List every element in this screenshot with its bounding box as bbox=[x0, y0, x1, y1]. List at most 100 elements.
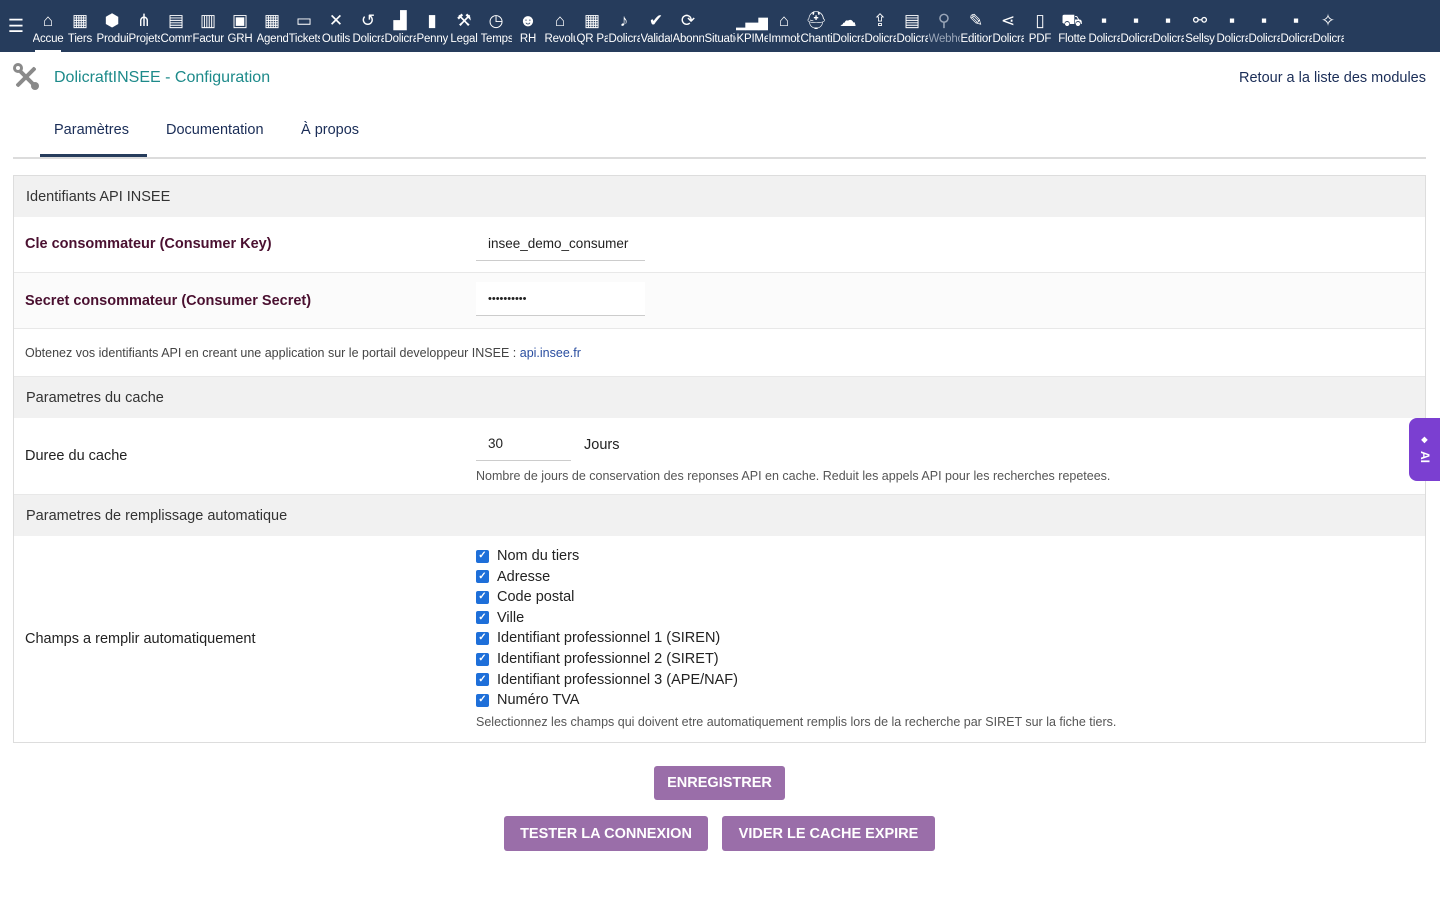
save-button[interactable]: ENREGISTRER bbox=[654, 766, 785, 800]
chart-icon: ▁▃▅ bbox=[736, 10, 768, 30]
autofill-fields-label: Champs a remplir automatiquement bbox=[25, 631, 256, 647]
menu-item-produits[interactable]: ⬢ Produits bbox=[96, 0, 128, 52]
menu-item-label: Tiers bbox=[67, 33, 93, 45]
menu-item-dolicraft[interactable]: ▪ Dolicraft bbox=[1216, 0, 1248, 52]
menu-item-kpimetrics[interactable]: ▁▃▅ KPIMetrics bbox=[736, 0, 768, 52]
menu-item-label: Revolut bbox=[544, 33, 576, 45]
hamburger-menu-icon[interactable]: ☰ bbox=[0, 0, 32, 52]
menu-item-penny[interactable]: ▮ Penny bbox=[416, 0, 448, 52]
autofill-option[interactable]: ✓ Nom du tiers bbox=[476, 546, 579, 566]
menu-item-dolicraft[interactable]: ☁ Dolicraft bbox=[832, 0, 864, 52]
menu-item-dolicraft[interactable]: ⋖ Dolicraft bbox=[992, 0, 1024, 52]
menu-item-accueil[interactable]: ⌂ Accueil bbox=[32, 0, 64, 52]
menu-item-rh[interactable]: ☻ RH bbox=[512, 0, 544, 52]
pdf-icon: ▯ bbox=[1035, 10, 1045, 30]
test-connection-button[interactable]: TESTER LA CONNEXION bbox=[504, 816, 708, 851]
menu-item-legal[interactable]: ⚒ Legal bbox=[448, 0, 480, 52]
checkbox-checked-icon[interactable]: ✓ bbox=[476, 631, 489, 645]
menu-item-label: Dolicraft bbox=[608, 33, 640, 45]
autofill-option[interactable]: ✓ Ville bbox=[476, 608, 524, 628]
menu-item-situations[interactable]: Situations bbox=[704, 0, 736, 52]
menu-item-validation[interactable]: ✔ Validation bbox=[640, 0, 672, 52]
menu-item-dolicraft[interactable]: ▪ Dolicraft bbox=[1088, 0, 1120, 52]
insee-portal-link[interactable]: api.insee.fr bbox=[520, 346, 581, 360]
clear-expired-cache-button[interactable]: VIDER LE CACHE EXPIRE bbox=[722, 816, 935, 851]
menu-item-dolicraft[interactable]: ▟ Dolicraft bbox=[384, 0, 416, 52]
autofill-option[interactable]: ✓ Identifiant professionnel 2 (SIRET) bbox=[476, 649, 719, 669]
autofill-option[interactable]: ✓ Numéro TVA bbox=[476, 690, 579, 710]
back-to-modules-link[interactable]: Retour a la liste des modules bbox=[1239, 70, 1426, 86]
house-icon: ⌂ bbox=[778, 10, 790, 30]
qrcode-icon: ▦ bbox=[583, 10, 601, 30]
checkbox-checked-icon[interactable]: ✓ bbox=[476, 590, 489, 604]
menu-item-webhook[interactable]: ⚲ Webhook bbox=[928, 0, 960, 52]
menu-item-qr-pay[interactable]: ▦ QR Pay bbox=[576, 0, 608, 52]
menu-item-tickets[interactable]: ▭ Tickets bbox=[288, 0, 320, 52]
menu-item-dolicraft[interactable]: ▪ Dolicraft bbox=[1120, 0, 1152, 52]
autofill-option[interactable]: ✓ Identifiant professionnel 3 (APE/NAF) bbox=[476, 670, 738, 690]
ai-tab-label: AI bbox=[1417, 451, 1432, 463]
menu-item-revolut[interactable]: ⌂ Revolut bbox=[544, 0, 576, 52]
consumer-key-input[interactable]: insee_demo_consumer bbox=[476, 227, 645, 261]
menu-item-dolicraft[interactable]: ♪ Dolicraft bbox=[608, 0, 640, 52]
menu-item-facturation[interactable]: ▥ Facturation bbox=[192, 0, 224, 52]
menu-item-label: Temps bbox=[480, 33, 512, 45]
car-icon: ⛟ bbox=[1061, 10, 1083, 30]
ai-assistant-tab[interactable]: ◆ AI bbox=[1409, 418, 1440, 481]
menu-item-dolicraft[interactable]: ▪ Dolicraft bbox=[1152, 0, 1184, 52]
menu-item-pdf[interactable]: ▯ PDF bbox=[1024, 0, 1056, 52]
menu-item-tiers[interactable]: ▦ Tiers bbox=[64, 0, 96, 52]
cache-duration-input[interactable]: 30 bbox=[476, 427, 571, 461]
menu-item-temps[interactable]: ◷ Temps bbox=[480, 0, 512, 52]
menu-item-label: Dolicraft bbox=[1216, 33, 1248, 45]
menu-item-agenda[interactable]: ▦ Agenda bbox=[256, 0, 288, 52]
checkbox-checked-icon[interactable]: ✓ bbox=[476, 611, 489, 625]
invoice-icon: ▥ bbox=[199, 10, 217, 30]
menu-item-immobilier[interactable]: ⌂ Immobilier bbox=[768, 0, 800, 52]
menu-item-edition[interactable]: ✎ Edition bbox=[960, 0, 992, 52]
checkbox-checked-icon[interactable]: ✓ bbox=[476, 693, 489, 707]
menu-item-grh[interactable]: ▣ GRH bbox=[224, 0, 256, 52]
checkbox-checked-icon[interactable]: ✓ bbox=[476, 652, 489, 666]
menu-item-label: RH bbox=[519, 33, 537, 45]
menu-item-dolicraft[interactable]: ↺ Dolicraft bbox=[352, 0, 384, 52]
autofill-option[interactable]: ✓ Code postal bbox=[476, 587, 574, 607]
menu-item-label: Commercial bbox=[160, 33, 192, 45]
autofill-option-label: Numéro TVA bbox=[497, 692, 580, 709]
menu-item-dolicraft[interactable]: ▪ Dolicraft bbox=[1248, 0, 1280, 52]
menu-item-label: Projets bbox=[128, 33, 160, 45]
tab-documentation[interactable]: Documentation bbox=[166, 122, 264, 138]
menu-item-dolicraft[interactable]: ✧ Dolicraft bbox=[1312, 0, 1344, 52]
section-header-autofill: Parametres de remplissage automatique bbox=[14, 495, 1425, 536]
menu-item-abonnements[interactable]: ⟳ Abonnements bbox=[672, 0, 704, 52]
cloud-icon: ☁ bbox=[839, 10, 857, 30]
autofill-option[interactable]: ✓ Adresse bbox=[476, 567, 550, 587]
menu-item-chantiers[interactable]: ⛑ Chantiers bbox=[800, 0, 832, 52]
menu-item-sellsy[interactable]: ⚯ Sellsy bbox=[1184, 0, 1216, 52]
toolbox-icon: ▟ bbox=[393, 10, 407, 30]
menu-item-commercial[interactable]: ▤ Commercial bbox=[160, 0, 192, 52]
helmet-icon: ⛑ bbox=[805, 10, 827, 30]
menu-item-dolicraft[interactable]: ▪ Dolicraft bbox=[1280, 0, 1312, 52]
menu-item-dolicraft[interactable]: ⇪ Dolicraft bbox=[864, 0, 896, 52]
menu-item-flotte[interactable]: ⛟ Flotte bbox=[1056, 0, 1088, 52]
tab-a-propos[interactable]: À propos bbox=[301, 122, 359, 138]
undo-icon: ↺ bbox=[360, 10, 376, 30]
menu-item-dolicraft[interactable]: ▤ Dolicraft bbox=[896, 0, 928, 52]
menu-item-label: Penny bbox=[416, 33, 448, 45]
cube-icon: ⬢ bbox=[104, 10, 120, 30]
consumer-secret-input[interactable]: •••••••••• bbox=[476, 282, 645, 316]
checkbox-checked-icon[interactable]: ✓ bbox=[476, 673, 489, 687]
menu-item-projets[interactable]: ⋔ Projets bbox=[128, 0, 160, 52]
module-menu: ⌂ Accueil ▦ Tiers ⬢ Produits ⋔ Projets ▤ Commerci… bbox=[32, 0, 1344, 52]
check-icon: ✔ bbox=[648, 10, 664, 30]
autofill-help: Selectionnez les champs qui doivent etre… bbox=[476, 715, 1117, 729]
autofill-option[interactable]: ✓ Identifiant professionnel 1 (SIREN) bbox=[476, 628, 720, 648]
tab-parametres[interactable]: Paramètres bbox=[40, 122, 147, 157]
office-icon: ▤ bbox=[903, 10, 921, 30]
menu-item-label: Webhook bbox=[928, 33, 960, 45]
menu-item-label: Abonnements bbox=[672, 33, 704, 45]
checkbox-checked-icon[interactable]: ✓ bbox=[476, 570, 489, 584]
menu-item-outils[interactable]: ✕ Outils bbox=[320, 0, 352, 52]
checkbox-checked-icon[interactable]: ✓ bbox=[476, 549, 489, 563]
